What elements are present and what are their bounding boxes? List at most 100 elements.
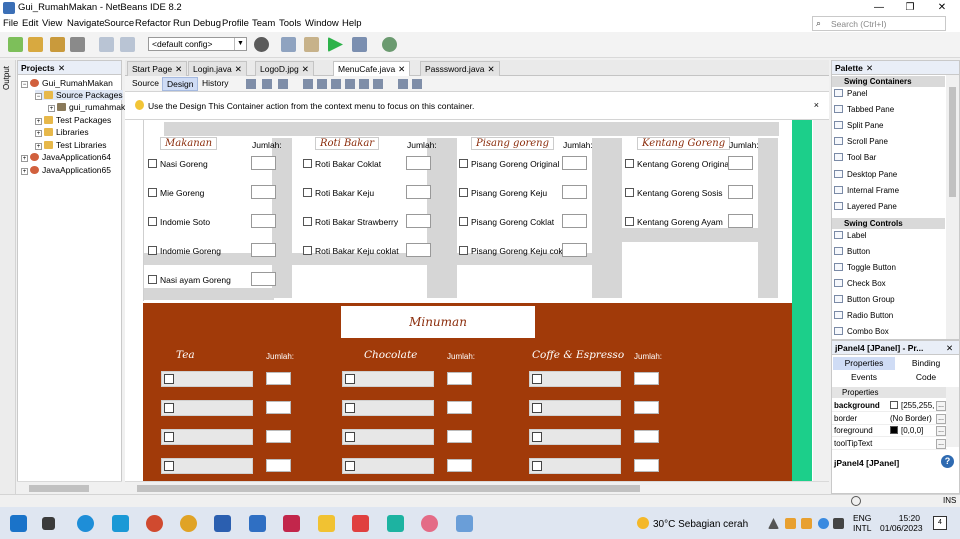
checkbox-icon[interactable] xyxy=(148,275,157,284)
help-icon[interactable]: ? xyxy=(941,455,954,468)
quantity-field[interactable] xyxy=(447,372,472,385)
checkbox-icon[interactable] xyxy=(532,403,542,413)
expand-toggle-icon[interactable]: + xyxy=(35,143,42,150)
drink-item-checkbox[interactable] xyxy=(161,371,253,387)
menu-file[interactable]: File xyxy=(3,18,18,29)
center-vertically-icon[interactable] xyxy=(373,79,383,89)
word-icon[interactable] xyxy=(214,515,231,532)
drink-item-checkbox[interactable] xyxy=(161,429,253,445)
windows-start-icon[interactable] xyxy=(10,515,27,532)
food-item-checkbox[interactable]: Kentang Goreng Ayam xyxy=(625,217,723,227)
palette-item[interactable]: Desktop Pane xyxy=(834,169,897,179)
onedrive-icon[interactable] xyxy=(818,518,829,529)
tray-app2-icon[interactable] xyxy=(801,518,812,529)
expand-toggle-icon[interactable]: + xyxy=(35,130,42,137)
checkbox-icon[interactable] xyxy=(532,461,542,471)
chrome-icon[interactable] xyxy=(180,515,197,532)
align-top-icon[interactable] xyxy=(345,79,355,89)
build-target-icon[interactable] xyxy=(254,37,269,52)
drink-item-checkbox[interactable] xyxy=(342,429,434,445)
tree-item[interactable]: + gui_rumahmak xyxy=(48,102,125,112)
tab-code[interactable]: Code xyxy=(895,371,957,384)
property-editor-button[interactable]: ... xyxy=(936,438,946,449)
clean-build-icon[interactable] xyxy=(304,37,319,52)
quantity-field[interactable] xyxy=(447,459,472,472)
checkbox-icon[interactable] xyxy=(625,217,634,226)
palette-item[interactable]: Split Pane xyxy=(834,121,883,130)
food-item-checkbox[interactable]: Mie Goreng xyxy=(148,188,204,198)
food-item-checkbox[interactable]: Roti Bakar Coklat xyxy=(303,159,381,169)
palette-category[interactable]: Swing Controls xyxy=(832,217,945,229)
editor-tab[interactable]: MenuCafe.java ✕ xyxy=(333,61,411,76)
checkbox-icon[interactable] xyxy=(345,461,355,471)
debug-icon[interactable] xyxy=(352,37,367,52)
config-select[interactable]: <default config> ▼ xyxy=(148,37,247,51)
editor-tab[interactable]: Start Page ✕ xyxy=(127,61,188,76)
palette-item[interactable]: Toggle Button xyxy=(834,263,896,272)
quantity-field[interactable] xyxy=(406,185,431,199)
properties-section[interactable]: Properties xyxy=(832,387,947,398)
menu-source[interactable]: Source xyxy=(104,18,134,29)
notification-center-button[interactable]: 4 xyxy=(933,516,947,530)
property-value[interactable]: [255,255, xyxy=(890,400,934,412)
history-view-button[interactable]: History xyxy=(198,77,232,91)
drink-item-checkbox[interactable] xyxy=(342,400,434,416)
drink-item-checkbox[interactable] xyxy=(529,400,621,416)
food-item-checkbox[interactable]: Nasi ayam Goreng xyxy=(148,275,231,285)
menu-run[interactable]: Run xyxy=(173,18,190,29)
preview-design-icon[interactable] xyxy=(278,79,288,89)
quantity-field[interactable] xyxy=(266,372,291,385)
editor-tab[interactable]: Passsword.java ✕ xyxy=(420,61,500,76)
palette-item[interactable]: Check Box xyxy=(834,279,886,288)
checkbox-icon[interactable] xyxy=(625,188,634,197)
close-window-button[interactable]: ✕ xyxy=(927,0,957,16)
save-all-icon[interactable] xyxy=(70,37,85,52)
quantity-field[interactable] xyxy=(634,430,659,443)
palette-item[interactable]: Label xyxy=(834,230,867,240)
quantity-field[interactable] xyxy=(562,156,587,170)
selection-mode-icon[interactable] xyxy=(246,79,256,89)
palette-item[interactable]: Button Group xyxy=(834,295,895,304)
checkbox-icon[interactable] xyxy=(345,374,355,384)
align-right-icon[interactable] xyxy=(317,79,327,89)
quantity-field[interactable] xyxy=(406,243,431,257)
quantity-field[interactable] xyxy=(728,185,753,199)
expand-toggle-icon[interactable]: + xyxy=(48,105,55,112)
connection-mode-icon[interactable] xyxy=(262,79,272,89)
checkbox-icon[interactable] xyxy=(164,403,174,413)
menu-team[interactable]: Team xyxy=(252,18,275,29)
checkbox-icon[interactable] xyxy=(532,374,542,384)
quantity-field[interactable] xyxy=(634,401,659,414)
palette-item[interactable]: Tabbed Pane xyxy=(834,105,894,114)
drink-item-checkbox[interactable] xyxy=(161,458,253,474)
food-panel[interactable]: Makanan Jumlah: Nasi Goreng Mie Goreng Indom… xyxy=(143,120,793,301)
property-row[interactable]: toolTipText... xyxy=(832,438,947,450)
food-item-checkbox[interactable]: Pisang Goreng Keju xyxy=(459,188,547,198)
netbeans-task-icon[interactable] xyxy=(456,515,473,532)
drink-item-checkbox[interactable] xyxy=(529,429,621,445)
tree-item[interactable]: + JavaApplication64 xyxy=(21,152,111,162)
checkbox-icon[interactable] xyxy=(459,188,468,197)
run-icon[interactable] xyxy=(328,37,343,52)
tray-app1-icon[interactable] xyxy=(785,518,796,529)
palette-item[interactable]: Internal Frame xyxy=(834,185,899,195)
quantity-field[interactable] xyxy=(406,214,431,228)
drink-item-checkbox[interactable] xyxy=(161,400,253,416)
tree-item[interactable]: − Gui_RumahMakan xyxy=(21,78,113,88)
weather-widget[interactable]: 30°C Sebagian cerah xyxy=(637,517,748,530)
properties-close-button[interactable]: ✕ xyxy=(946,343,953,354)
clock[interactable]: 15:20 01/06/2023 xyxy=(880,513,923,533)
menu-navigate[interactable]: Navigate xyxy=(67,18,105,29)
food-item-checkbox[interactable]: Pisang Goreng Keju coklat xyxy=(459,246,572,256)
network-icon[interactable] xyxy=(833,518,844,529)
checkbox-icon[interactable] xyxy=(303,159,312,168)
drink-panel[interactable]: Minuman Tea Jumlah: Chocolate Jumlah: Coffe … xyxy=(143,303,793,481)
palette-item[interactable]: Panel xyxy=(834,89,867,98)
palette-item[interactable]: Combo Box xyxy=(834,327,889,336)
source-view-button[interactable]: Source xyxy=(128,77,163,91)
quantity-field[interactable] xyxy=(728,156,753,170)
projects-scrollbar[interactable] xyxy=(17,481,122,494)
minimize-button[interactable]: — xyxy=(864,0,894,16)
quantity-field[interactable] xyxy=(266,430,291,443)
checkbox-icon[interactable] xyxy=(303,246,312,255)
